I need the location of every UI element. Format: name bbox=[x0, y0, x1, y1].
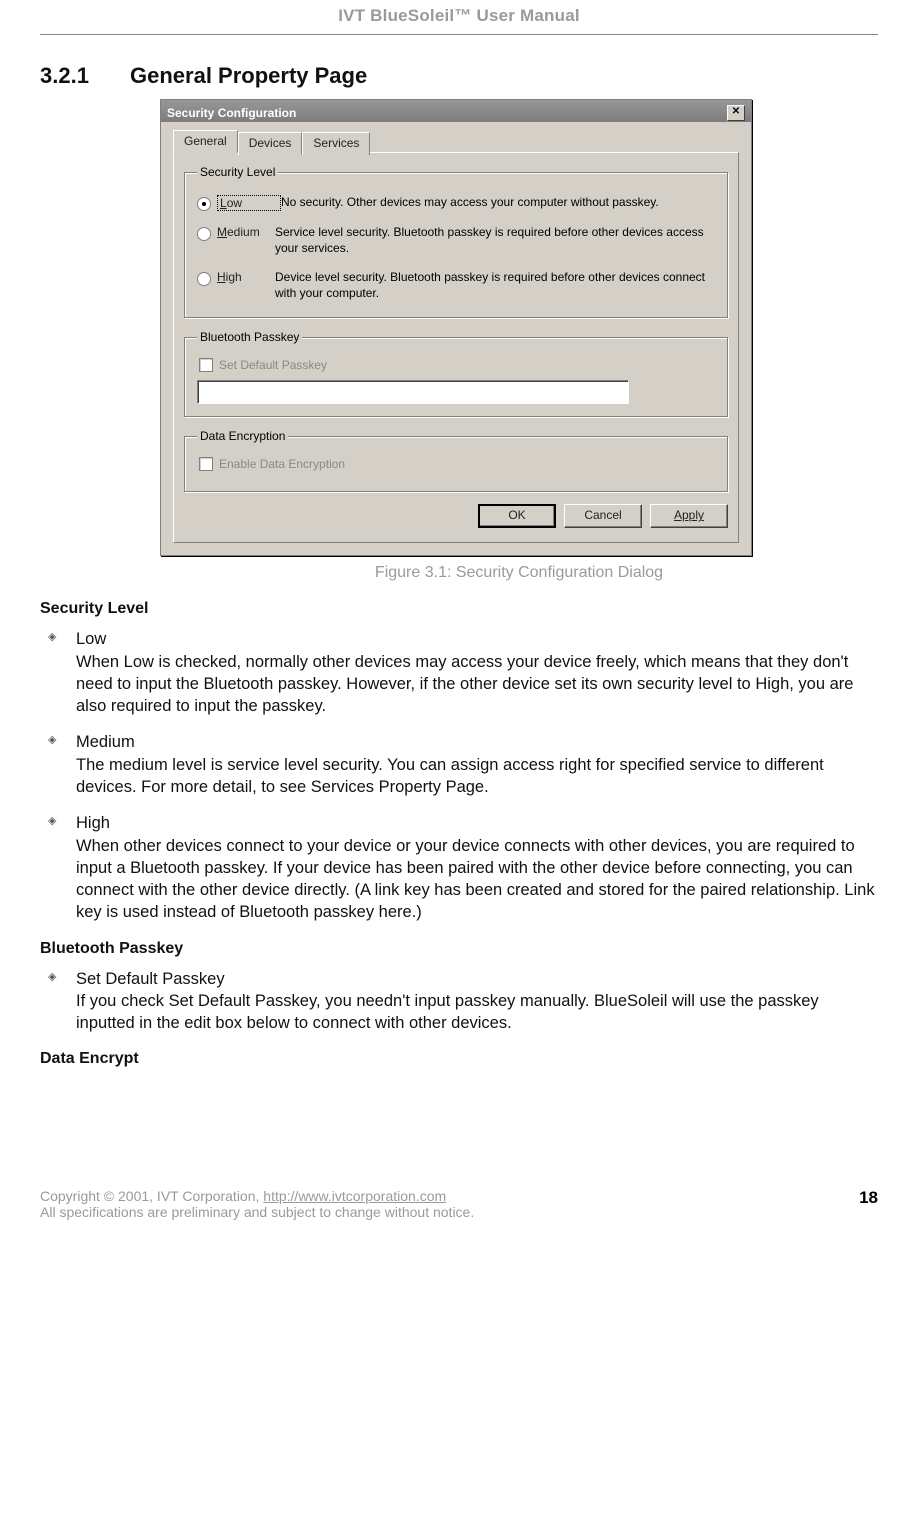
tab-pane-general: Security Level Low No security. Other de… bbox=[173, 152, 739, 543]
list-item: Medium The medium level is service level… bbox=[40, 731, 878, 798]
group-encrypt-legend: Data Encryption bbox=[197, 429, 288, 443]
heading-security-level: Security Level bbox=[40, 600, 878, 618]
radio-medium-desc: Service level security. Bluetooth passke… bbox=[275, 225, 717, 256]
dialog-titlebar[interactable]: Security Configuration ✕ bbox=[161, 100, 751, 122]
header-rule bbox=[40, 34, 878, 35]
radio-low-label[interactable]: Low bbox=[217, 195, 281, 211]
radio-high-label[interactable]: High bbox=[217, 270, 275, 284]
list-item: Low When Low is checked, normally other … bbox=[40, 628, 878, 717]
tab-devices[interactable]: Devices bbox=[238, 132, 303, 155]
tab-strip: General Devices Services bbox=[173, 130, 739, 153]
group-data-encryption: Data Encryption Enable Data Encryption bbox=[184, 429, 728, 492]
page-number: 18 bbox=[859, 1188, 878, 1208]
group-security-level: Security Level Low No security. Other de… bbox=[184, 165, 728, 318]
ok-button[interactable]: OK bbox=[478, 504, 556, 528]
tab-general[interactable]: General bbox=[173, 130, 238, 153]
apply-button[interactable]: Apply bbox=[650, 504, 728, 528]
list-item: Set Default Passkey If you check Set Def… bbox=[40, 968, 878, 1035]
group-bluetooth-passkey: Bluetooth Passkey Set Default Passkey bbox=[184, 330, 728, 417]
cancel-button[interactable]: Cancel bbox=[564, 504, 642, 528]
group-security-legend: Security Level bbox=[197, 165, 278, 179]
checkbox-encrypt-label: Enable Data Encryption bbox=[219, 457, 345, 471]
list-item: High When other devices connect to your … bbox=[40, 812, 878, 923]
heading-bluetooth-passkey: Bluetooth Passkey bbox=[40, 940, 878, 958]
page-footer: Copyright © 2001, IVT Corporation, http:… bbox=[40, 1188, 878, 1220]
figure-caption: Figure 3.1: Security Configuration Dialo… bbox=[160, 564, 878, 582]
checkbox-passkey-label: Set Default Passkey bbox=[219, 358, 327, 372]
security-config-dialog: Security Configuration ✕ General Devices… bbox=[160, 99, 752, 556]
radio-high[interactable] bbox=[197, 272, 211, 286]
passkey-input[interactable] bbox=[197, 380, 629, 404]
close-icon[interactable]: ✕ bbox=[727, 105, 745, 121]
checkbox-enable-encryption[interactable] bbox=[199, 457, 213, 471]
page-header: IVT BlueSoleil™ User Manual bbox=[40, 0, 878, 34]
dialog-title: Security Configuration bbox=[167, 106, 296, 120]
tab-services[interactable]: Services bbox=[302, 132, 370, 155]
radio-high-desc: Device level security. Bluetooth passkey… bbox=[275, 270, 717, 301]
heading-data-encrypt: Data Encrypt bbox=[40, 1050, 878, 1068]
footer-link[interactable]: http://www.ivtcorporation.com bbox=[263, 1188, 446, 1204]
radio-medium[interactable] bbox=[197, 227, 211, 241]
radio-medium-label[interactable]: Medium bbox=[217, 225, 275, 239]
group-passkey-legend: Bluetooth Passkey bbox=[197, 330, 302, 344]
checkbox-set-default-passkey[interactable] bbox=[199, 358, 213, 372]
radio-low[interactable] bbox=[197, 197, 211, 211]
radio-low-desc: No security. Other devices may access yo… bbox=[281, 195, 717, 211]
section-heading: 3.2.1General Property Page bbox=[40, 63, 878, 89]
